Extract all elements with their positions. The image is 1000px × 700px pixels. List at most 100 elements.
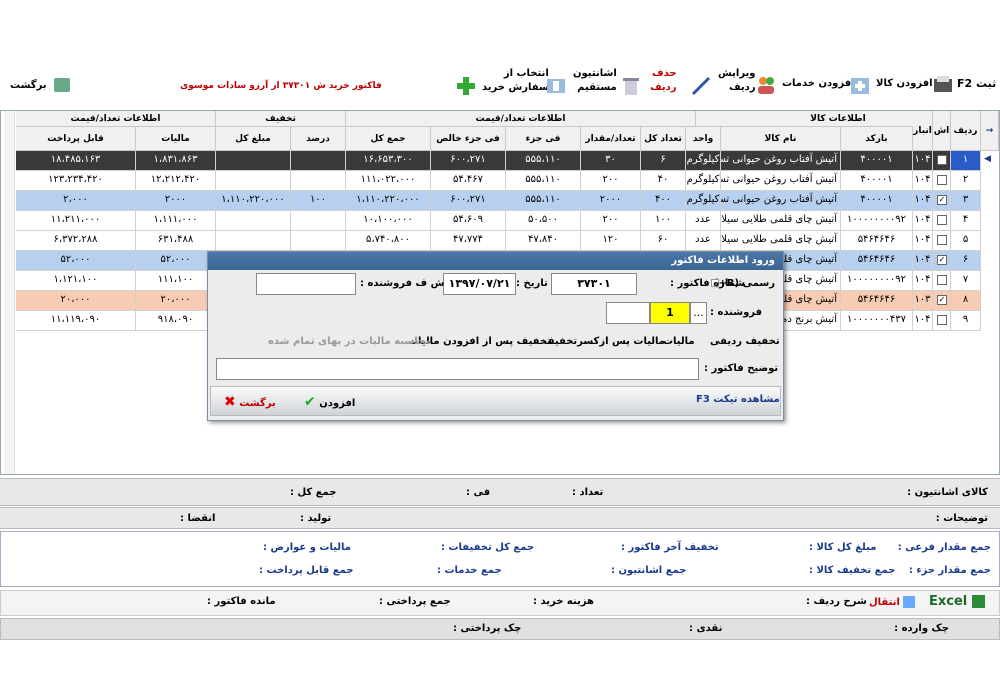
cell-store[interactable]: ۱۰۴ bbox=[913, 251, 933, 271]
delete-row-button[interactable]: حذف ردیف bbox=[650, 67, 677, 95]
register-button[interactable]: ثبت F2 bbox=[957, 77, 996, 91]
cell-qty[interactable]: ۳۰ bbox=[581, 151, 641, 171]
cell-store[interactable]: ۱۰۴ bbox=[913, 271, 933, 291]
cell-qty[interactable]: ۲۰۰۰ bbox=[581, 191, 641, 211]
cell-percent[interactable]: ۱۰۰ bbox=[291, 191, 346, 211]
view-ticket-button[interactable]: مشاهده تیکت F3 bbox=[696, 394, 780, 405]
cell-row[interactable]: ۷ bbox=[951, 271, 981, 291]
col-check[interactable]: اش bbox=[933, 111, 951, 151]
cell-barcode[interactable]: ۱۰۰۰۰۰۰۰۴۳۷ bbox=[841, 311, 913, 331]
row-checkbox[interactable] bbox=[937, 235, 947, 245]
cell-total[interactable]: ۱۱۱،۰۲۲،۰۰۰ bbox=[346, 171, 431, 191]
cell-check[interactable]: ✓ bbox=[933, 191, 951, 211]
grid-nav-arrow-icon[interactable]: → bbox=[981, 111, 999, 151]
cell-disc-total[interactable] bbox=[216, 151, 291, 171]
col-disc-total[interactable]: مبلغ کل bbox=[216, 127, 291, 151]
cell-net-price[interactable]: ۴۷،۷۷۴ bbox=[431, 231, 506, 251]
cell-qty[interactable]: ۱۲۰ bbox=[581, 231, 641, 251]
cell-net-price[interactable]: ۶۰۰،۲۷۱ bbox=[431, 151, 506, 171]
cell-tax[interactable]: ۹۱۸،۰۹۰ bbox=[136, 311, 216, 331]
edit-row-button[interactable]: ویرایش ردیف bbox=[718, 67, 756, 95]
cell-store[interactable]: ۱۰۴ bbox=[913, 211, 933, 231]
cell-row[interactable]: ۳ bbox=[951, 191, 981, 211]
row-checkbox[interactable] bbox=[937, 215, 947, 225]
cell-barcode[interactable]: ۵۴۶۴۶۴۶ bbox=[841, 291, 913, 311]
cell-total[interactable]: ۱،۱۱۰،۲۲۰،۰۰۰ bbox=[346, 191, 431, 211]
cell-barcode[interactable]: ۵۴۶۴۶۴۶ bbox=[841, 251, 913, 271]
seller-invoice-field[interactable] bbox=[256, 273, 356, 295]
cell-store[interactable]: ۱۰۴ bbox=[913, 231, 933, 251]
cell-name[interactable]: آتیش چای قلمی طلایی سیلان bbox=[721, 211, 841, 231]
seller-lookup-button[interactable]: ... bbox=[690, 302, 707, 324]
seller-code-field[interactable]: 1 bbox=[650, 302, 690, 324]
add-from-order-icon[interactable] bbox=[455, 75, 477, 97]
row-checkbox[interactable] bbox=[937, 275, 947, 285]
opt-tax-in-cost[interactable]: محاسبه مالیات در بهای تمام شده bbox=[268, 336, 431, 347]
col-net-price[interactable]: فی جزء خالص bbox=[431, 127, 506, 151]
cell-tax[interactable]: ۱،۱۱۱،۰۰۰ bbox=[136, 211, 216, 231]
cell-unit-price[interactable]: ۵۵۵،۱۱۰ bbox=[506, 191, 581, 211]
add-goods-button[interactable]: افزودن کالا bbox=[876, 77, 933, 91]
cell-row[interactable]: ۱ bbox=[951, 151, 981, 171]
cell-row[interactable]: ۴ bbox=[951, 211, 981, 231]
cell-percent[interactable] bbox=[291, 151, 346, 171]
cell-payable[interactable]: ۲،۰۰۰ bbox=[16, 191, 136, 211]
col-name[interactable]: نام کالا bbox=[721, 127, 841, 151]
row-checkbox[interactable] bbox=[937, 315, 947, 325]
row-checkbox[interactable]: ✓ bbox=[937, 255, 947, 265]
cell-check[interactable] bbox=[933, 151, 951, 171]
col-total[interactable]: جمع کل bbox=[346, 127, 431, 151]
col-percent[interactable]: درصد bbox=[291, 127, 346, 151]
cell-unit[interactable]: عدد bbox=[686, 231, 721, 251]
cell-payable[interactable]: ۶،۳۷۲،۲۸۸ bbox=[16, 231, 136, 251]
cell-unit-price[interactable]: ۴۷،۸۴۰ bbox=[506, 231, 581, 251]
col-payable[interactable]: قابل پرداخت bbox=[16, 127, 136, 151]
cell-name[interactable]: آتیش آفتاب روغن حیوانی تست bbox=[721, 191, 841, 211]
cell-unit-price[interactable]: ۵۵۵،۱۱۰ bbox=[506, 151, 581, 171]
cell-check[interactable] bbox=[933, 271, 951, 291]
cell-row[interactable]: ۸ bbox=[951, 291, 981, 311]
cell-percent[interactable] bbox=[291, 231, 346, 251]
cell-row[interactable]: ۵ bbox=[951, 231, 981, 251]
cell-row[interactable]: ۹ bbox=[951, 311, 981, 331]
cell-qty-total[interactable]: ۶۰ bbox=[641, 231, 686, 251]
cell-barcode[interactable]: ۴۰۰۰۰۱ bbox=[841, 151, 913, 171]
cell-payable[interactable]: ۱۲۳،۲۳۴،۴۲۰ bbox=[16, 171, 136, 191]
cell-qty[interactable]: ۲۰۰ bbox=[581, 211, 641, 231]
dialog-back-button[interactable]: برگشت ✖ bbox=[224, 394, 276, 410]
cell-total[interactable]: ۱۶،۶۵۳،۳۰۰ bbox=[346, 151, 431, 171]
opt-tax-after-discount[interactable]: مالیات پس ازکسرتخفیف bbox=[543, 336, 665, 347]
add-button[interactable]: افزودن ✔ bbox=[304, 394, 355, 410]
cell-store[interactable]: ۱۰۴ bbox=[913, 151, 933, 171]
cell-check[interactable] bbox=[933, 171, 951, 191]
back-button[interactable]: برگشت bbox=[10, 78, 71, 93]
cell-barcode[interactable]: ۴۰۰۰۰۱ bbox=[841, 191, 913, 211]
register-icon[interactable] bbox=[932, 74, 954, 96]
cell-payable[interactable]: ۱۸،۴۸۵،۱۶۳ bbox=[16, 151, 136, 171]
excel-button[interactable]: Excel bbox=[929, 594, 985, 609]
cell-tax[interactable]: ۱۲،۲۱۲،۴۲۰ bbox=[136, 171, 216, 191]
direct-asset-button[interactable]: اشانتیون مستقیم bbox=[573, 67, 617, 95]
cell-store[interactable]: ۱۰۴ bbox=[913, 311, 933, 331]
cell-disc-total[interactable]: ۱،۱۱۰،۲۲۰،۰۰۰ bbox=[216, 191, 291, 211]
cell-unit-price[interactable]: ۵۰،۵۰۰ bbox=[506, 211, 581, 231]
cell-tax[interactable]: ۲۰،۰۰۰ bbox=[136, 291, 216, 311]
cell-percent[interactable] bbox=[291, 211, 346, 231]
cell-payable[interactable]: ۱۱،۲۱۱،۰۰۰ bbox=[16, 211, 136, 231]
cell-row[interactable]: ۲ bbox=[951, 171, 981, 191]
cell-qty-total[interactable]: ۶ bbox=[641, 151, 686, 171]
cell-unit[interactable]: کیلوگرم bbox=[686, 151, 721, 171]
cell-tax[interactable]: ۶۳۱،۴۸۸ bbox=[136, 231, 216, 251]
row-checkbox[interactable]: ✓ bbox=[937, 195, 947, 205]
cell-tax[interactable]: ۱،۸۳۱،۸۶۳ bbox=[136, 151, 216, 171]
add-goods-icon[interactable] bbox=[849, 75, 871, 97]
cell-qty-total[interactable]: ۴۰ bbox=[641, 171, 686, 191]
cell-name[interactable]: آتیش چای قلمی طلایی سیلان پی bbox=[721, 231, 841, 251]
select-from-order-button[interactable]: انتخاب از سفارش خرید bbox=[482, 67, 549, 95]
cell-qty-total[interactable]: ۴۰۰ bbox=[641, 191, 686, 211]
grid-scrollbar[interactable] bbox=[4, 111, 15, 474]
cell-unit-price[interactable]: ۵۵۵،۱۱۰ bbox=[506, 171, 581, 191]
add-services-button[interactable]: افزودن خدمات bbox=[782, 77, 855, 91]
cell-payable[interactable]: ۱۱،۱۱۹،۰۹۰ bbox=[16, 311, 136, 331]
users-icon[interactable] bbox=[755, 74, 777, 96]
